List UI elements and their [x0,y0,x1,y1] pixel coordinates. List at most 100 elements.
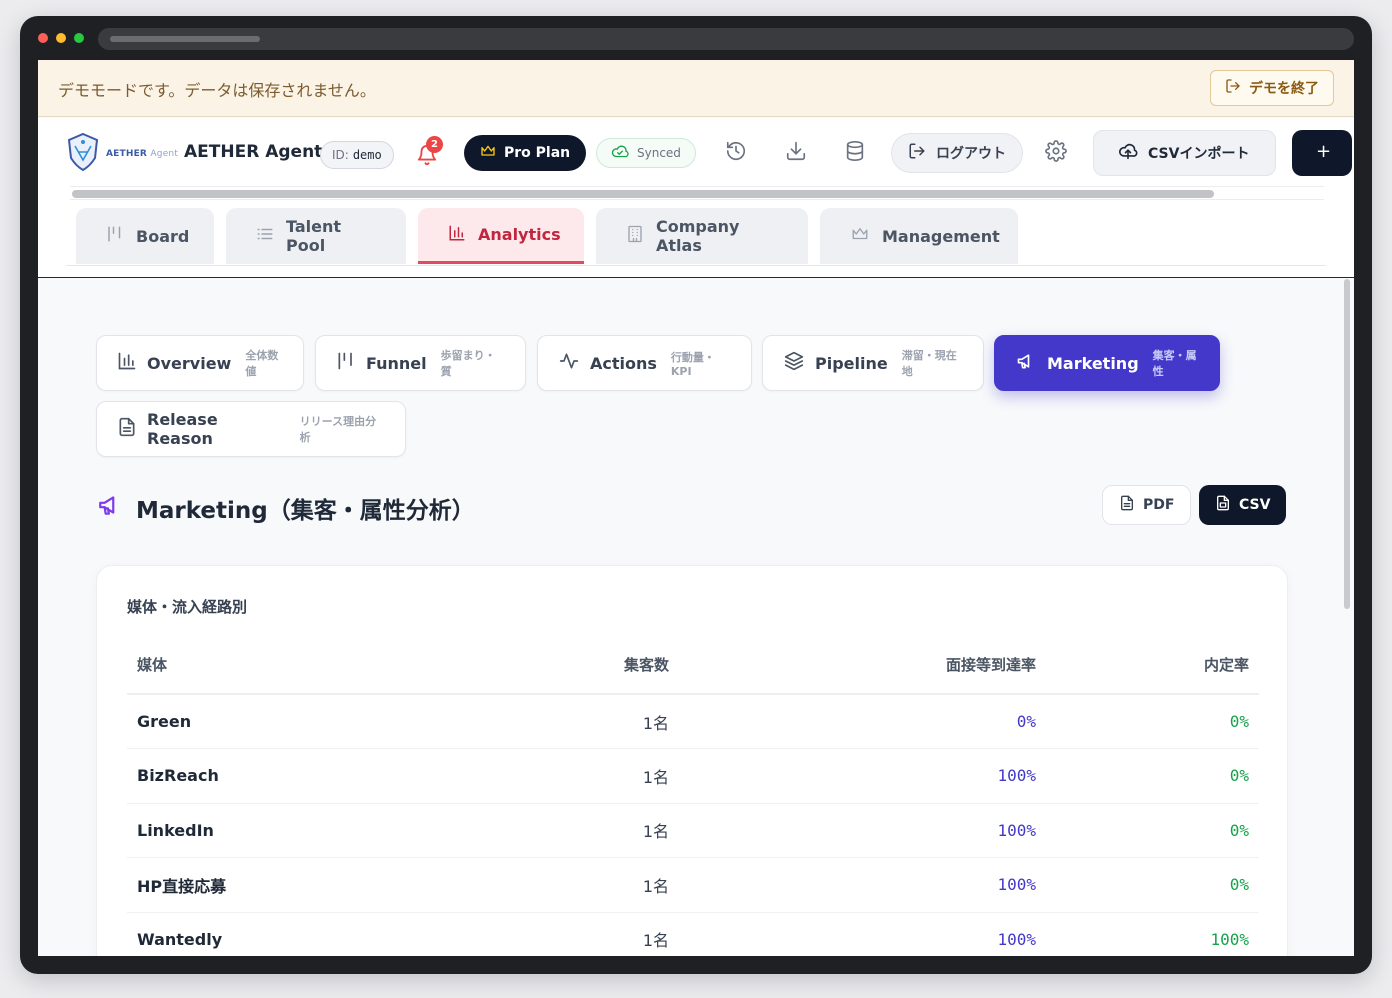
logo-wordmark: AETHER Agent [106,149,178,159]
column-header-media[interactable]: 媒体 [127,636,447,695]
column-header-count[interactable]: 集客数 [447,636,669,695]
subtab-actions[interactable]: Actions 行動量・KPI [537,335,752,391]
cell-count: 1名 [447,857,669,913]
settings-button[interactable] [1043,140,1069,166]
toolbar-scrollbar[interactable] [70,186,1324,200]
cell-media: LinkedIn [127,803,447,858]
subtab-label: Pipeline [815,353,888,373]
cell-media: Wantedly [127,912,447,956]
building-icon [626,225,644,247]
subtab-sublabel: 歩留まり・質 [440,349,496,378]
tab-talent-pool[interactable]: Talent Pool [226,208,406,264]
csv-import-label: CSVインポート [1148,146,1250,162]
export-csv-button[interactable]: CSV [1199,485,1287,525]
browser-titlebar [20,16,1372,60]
tab-label: Talent Pool [286,217,342,255]
subtab-sublabel: 全体数値 [245,349,279,378]
table-row: Wantedly 1名 100% 100% [127,912,1259,956]
cell-offer-rate: 0% [1036,803,1259,858]
document-icon [117,417,137,441]
logout-icon [908,142,926,164]
bar-chart-icon [117,351,137,375]
cell-count: 1名 [447,803,669,858]
column-header-offer-rate[interactable]: 内定率 [1036,636,1259,695]
tab-board[interactable]: Board [76,208,214,264]
plan-label: Pro Plan [504,145,571,161]
logout-button[interactable]: ログアウト [891,133,1023,173]
history-button[interactable] [723,140,749,166]
csv-import-button[interactable]: CSVインポート [1093,130,1277,176]
cell-offer-rate: 100% [1036,912,1259,956]
logout-icon [1225,78,1241,98]
top-toolbar: AETHER Agent AETHER Agent ID:demo 2 Pro [66,128,1352,180]
cell-interview-rate: 100% [669,748,1036,804]
app-header: AETHER Agent AETHER Agent ID:demo 2 Pro [38,118,1354,278]
columns-icon [106,225,124,247]
document-icon [1119,495,1135,515]
bell-icon [416,145,438,170]
table-row: Green 1名 0% 0% [127,694,1259,749]
cell-interview-rate: 100% [669,857,1036,913]
minimize-window-button[interactable] [56,33,66,43]
subtab-sublabel: 集客・属性 [1152,349,1197,378]
cell-media: BizReach [127,748,447,804]
content-scrollbar[interactable] [1344,279,1350,609]
demo-message: デモモードです。データは保存されません。 [58,81,376,100]
logout-label: ログアウト [936,146,1006,162]
maximize-window-button[interactable] [74,33,84,43]
subtab-overview[interactable]: Overview 全体数値 [96,335,304,391]
cell-interview-rate: 100% [669,803,1036,858]
page-viewport: デモモードです。データは保存されません。 デモを終了 AETHER Agent … [38,60,1354,956]
media-table: 媒体 集客数 面接等到達率 内定率 Green 1名 0% 0% BizReac… [127,636,1259,956]
exit-demo-label: デモを終了 [1249,81,1319,97]
table-row: HP直接応募 1名 100% 0% [127,857,1259,913]
database-button[interactable] [842,140,868,166]
cell-interview-rate: 0% [669,694,1036,749]
cell-media: HP直接応募 [127,857,447,913]
app-logo[interactable]: AETHER Agent [66,132,178,176]
download-button[interactable] [783,140,809,166]
cloud-check-icon [611,144,629,163]
download-icon [785,140,807,166]
add-new-button[interactable]: + [1292,130,1352,176]
subtab-pipeline[interactable]: Pipeline 滞留・現在地 [762,335,984,391]
table-header-row: 媒体 集客数 面接等到達率 内定率 [127,636,1259,695]
subtab-marketing[interactable]: Marketing 集客・属性 [994,335,1220,391]
pdf-label: PDF [1143,497,1175,513]
close-window-button[interactable] [38,33,48,43]
address-bar[interactable] [98,28,1354,50]
cell-count: 1名 [447,748,669,804]
cloud-upload-icon [1118,142,1138,164]
megaphone-icon [96,492,124,524]
tab-management[interactable]: Management [820,208,1018,264]
browser-window: デモモードです。データは保存されません。 デモを終了 AETHER Agent … [20,16,1372,974]
cell-offer-rate: 0% [1036,857,1259,913]
address-placeholder [110,36,260,42]
spreadsheet-icon [1215,495,1231,515]
column-header-interview-rate[interactable]: 面接等到達率 [669,636,1036,695]
subtab-funnel[interactable]: Funnel 歩留まり・質 [315,335,526,391]
cell-offer-rate: 0% [1036,748,1259,804]
layers-icon [783,351,805,375]
subtab-label: Funnel [366,353,427,373]
scrollbar-thumb[interactable] [72,190,1214,198]
activity-icon [558,351,580,375]
cell-media: Green [127,694,447,749]
table-row: BizReach 1名 100% 0% [127,748,1259,804]
app-name: AETHER Agent [184,142,323,162]
export-pdf-button[interactable]: PDF [1102,485,1192,525]
list-icon [256,225,274,247]
tab-company-atlas[interactable]: Company Atlas [596,208,808,264]
pro-plan-button[interactable]: Pro Plan [464,135,587,171]
exit-demo-button[interactable]: デモを終了 [1210,70,1334,106]
sync-status[interactable]: Synced [596,138,696,168]
user-id-badge: ID: demo [320,141,394,169]
subtab-release-reason[interactable]: Release Reason リリース理由分析 [96,401,406,457]
subtab-label: Release Reason [147,410,218,448]
analytics-content: Overview 全体数値 Funnel 歩留まり・質 Actions 行動量・… [38,279,1354,956]
history-icon [725,140,747,166]
csv-label: CSV [1239,497,1271,513]
tab-label: Company Atlas [656,217,740,255]
tab-analytics[interactable]: Analytics [418,208,584,264]
sync-label: Synced [637,146,681,160]
